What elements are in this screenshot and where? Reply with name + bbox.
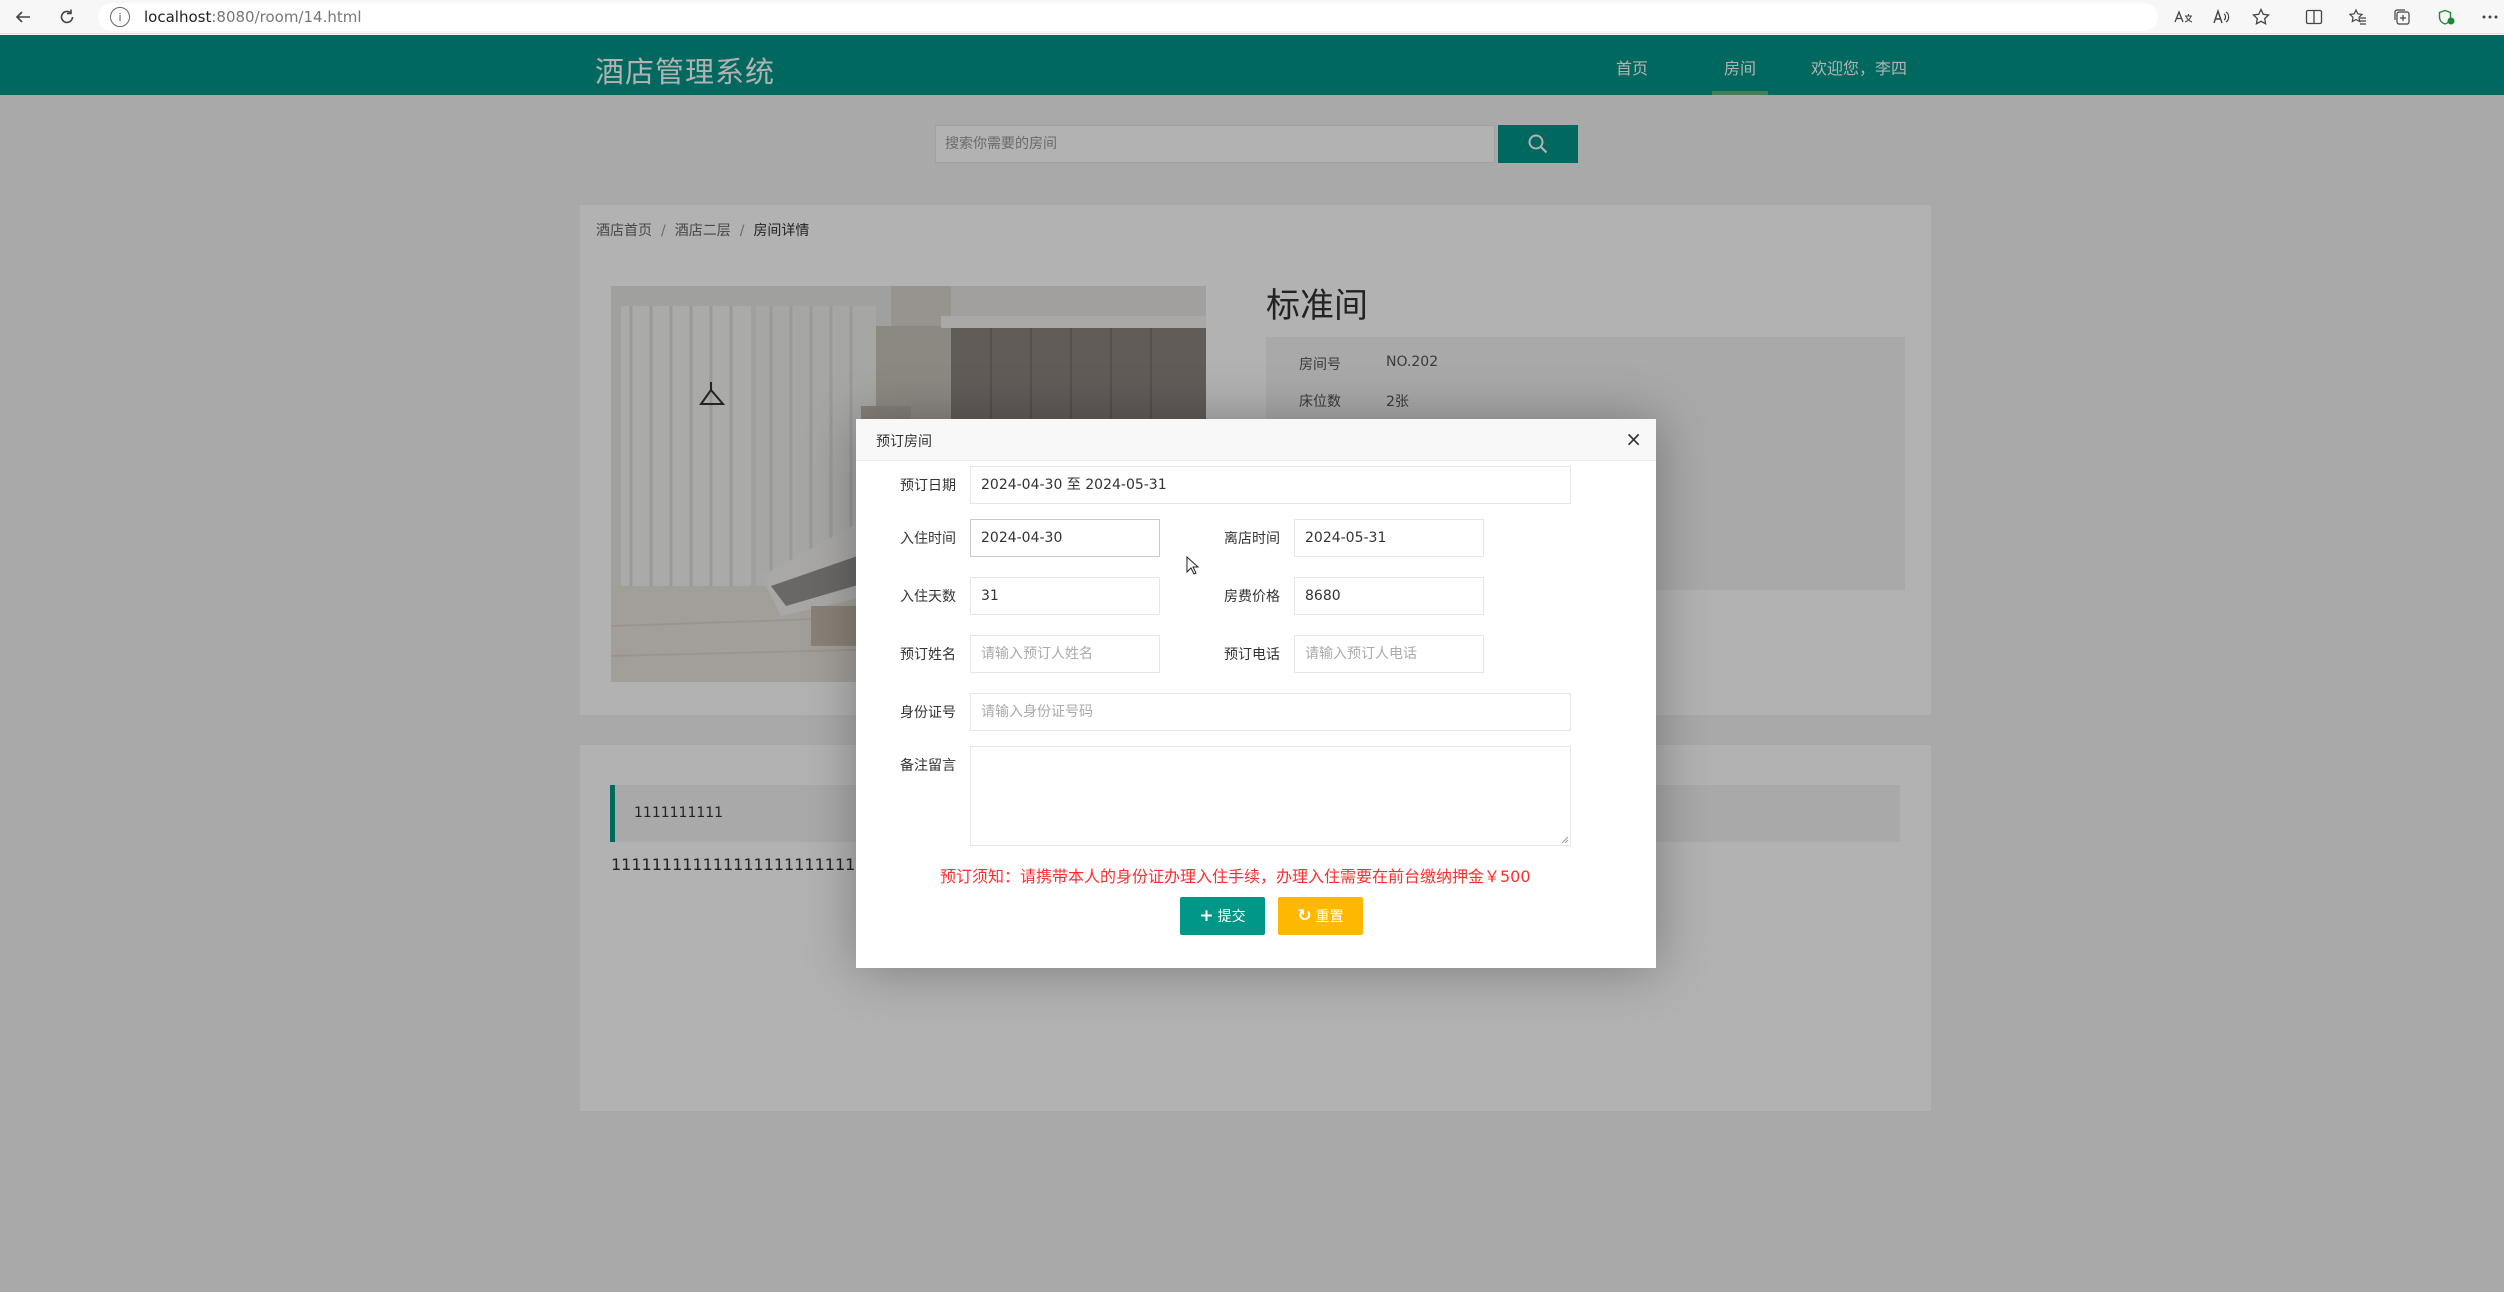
checkin-label: 入住时间 bbox=[900, 531, 956, 547]
split-screen-icon[interactable] bbox=[2301, 4, 2327, 30]
guest-phone-label: 预订电话 bbox=[1224, 647, 1280, 663]
reset-button[interactable]: ↻ 重置 bbox=[1278, 897, 1363, 935]
guest-name-input[interactable]: 请输入预订人姓名 bbox=[970, 635, 1160, 673]
room-price-label: 房费价格 bbox=[1224, 589, 1280, 605]
url-text: localhost:8080/room/14.html bbox=[144, 8, 362, 26]
stay-days-label: 入住天数 bbox=[900, 589, 956, 605]
plus-icon: + bbox=[1199, 906, 1214, 926]
booking-notice: 预订须知：请携带本人的身份证办理入住手续，办理入住需要在前台缴纳押金￥500 bbox=[940, 867, 1531, 886]
back-arrow-icon[interactable] bbox=[10, 4, 36, 30]
guest-phone-input[interactable]: 请输入预订人电话 bbox=[1294, 635, 1484, 673]
reset-icon: ↻ bbox=[1297, 906, 1312, 926]
note-textarea[interactable] bbox=[970, 746, 1571, 846]
refresh-icon[interactable] bbox=[54, 4, 80, 30]
translate-icon[interactable] bbox=[2170, 4, 2196, 30]
checkout-label: 离店时间 bbox=[1224, 531, 1280, 547]
favorites-icon[interactable] bbox=[2345, 4, 2371, 30]
date-range-input[interactable]: 2024-04-30 至 2024-05-31 bbox=[970, 466, 1571, 504]
note-label: 备注留言 bbox=[900, 758, 956, 774]
submit-button-label: 提交 bbox=[1217, 909, 1246, 925]
more-icon[interactable] bbox=[2477, 4, 2503, 30]
date-range-label: 预订日期 bbox=[900, 478, 956, 494]
booking-modal: 预订房间 × 预订日期 2024-04-30 至 2024-05-31 入住时间… bbox=[856, 419, 1656, 968]
modal-header: 预订房间 × bbox=[856, 419, 1656, 461]
stay-days-input[interactable]: 31 bbox=[970, 577, 1160, 615]
id-number-label: 身份证号 bbox=[900, 705, 956, 721]
address-bar[interactable]: i localhost:8080/room/14.html bbox=[98, 3, 2158, 31]
browser-toolbar: i localhost:8080/room/14.html bbox=[0, 0, 2504, 34]
resize-handle-icon[interactable] bbox=[1560, 835, 1569, 844]
reset-button-label: 重置 bbox=[1315, 909, 1344, 925]
id-number-input[interactable]: 请输入身份证号码 bbox=[970, 693, 1571, 731]
checkout-date-input[interactable]: 2024-05-31 bbox=[1294, 519, 1484, 557]
browser-essentials-icon[interactable] bbox=[2433, 4, 2459, 30]
collections-icon[interactable] bbox=[2389, 4, 2415, 30]
guest-name-label: 预订姓名 bbox=[900, 647, 956, 663]
mouse-cursor-icon bbox=[1186, 556, 1200, 575]
checkin-date-input[interactable]: 2024-04-30 bbox=[970, 519, 1160, 557]
submit-button[interactable]: + 提交 bbox=[1180, 897, 1265, 935]
read-aloud-icon[interactable] bbox=[2208, 4, 2234, 30]
info-icon[interactable]: i bbox=[110, 7, 130, 27]
room-price-input[interactable]: 8680 bbox=[1294, 577, 1484, 615]
favorite-star-icon[interactable] bbox=[2248, 4, 2274, 30]
modal-title: 预订房间 bbox=[876, 434, 932, 450]
close-icon[interactable]: × bbox=[1625, 428, 1642, 450]
